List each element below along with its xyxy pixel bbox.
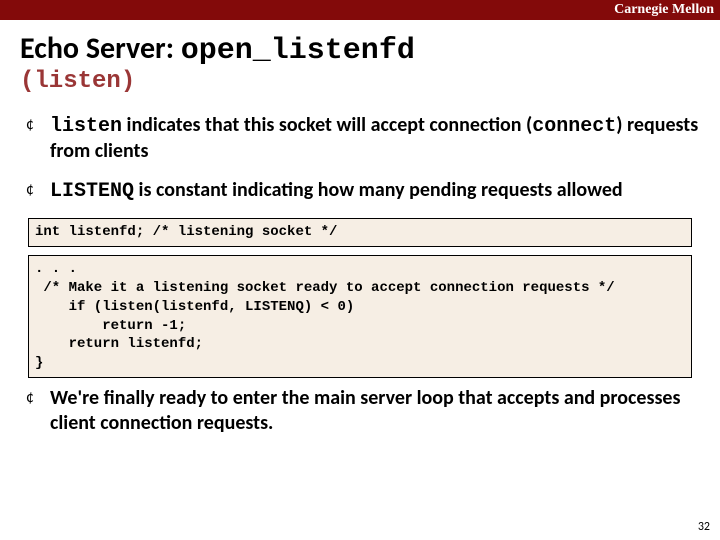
header-bar: Carnegie Mellon — [0, 0, 720, 20]
bullet-mono: LISTENQ — [50, 180, 134, 203]
bullet-mono: connect — [532, 115, 616, 138]
bullet-text: indicates that this socket will accept c… — [122, 113, 532, 137]
slide-content: Echo Server: open_listenfd (listen) list… — [0, 20, 720, 436]
bullet-item: listen indicates that this socket will a… — [26, 113, 700, 164]
page-number: 32 — [698, 520, 710, 534]
title-prefix: Echo Server: — [20, 30, 181, 67]
slide-subtitle: (listen) — [20, 68, 700, 95]
bullet-item: We're finally ready to enter the main se… — [26, 386, 700, 436]
header-label: Carnegie Mellon — [614, 2, 720, 18]
title-funcname: open_listenfd — [181, 34, 415, 68]
bullet-item: LISTENQ is constant indicating how many … — [26, 178, 700, 204]
bullet-text: is constant indicating how many pending … — [134, 178, 623, 202]
slide-title: Echo Server: open_listenfd — [20, 30, 700, 68]
code-box-2: . . . /* Make it a listening socket read… — [28, 255, 692, 378]
bullet-mono: listen — [50, 115, 122, 138]
bullet-text: We're finally ready to enter the main se… — [50, 386, 680, 435]
code-box-1: int listenfd; /* listening socket */ — [28, 218, 692, 247]
bullet-list-bottom: We're finally ready to enter the main se… — [20, 386, 700, 436]
bullet-list-top: listen indicates that this socket will a… — [20, 113, 700, 204]
